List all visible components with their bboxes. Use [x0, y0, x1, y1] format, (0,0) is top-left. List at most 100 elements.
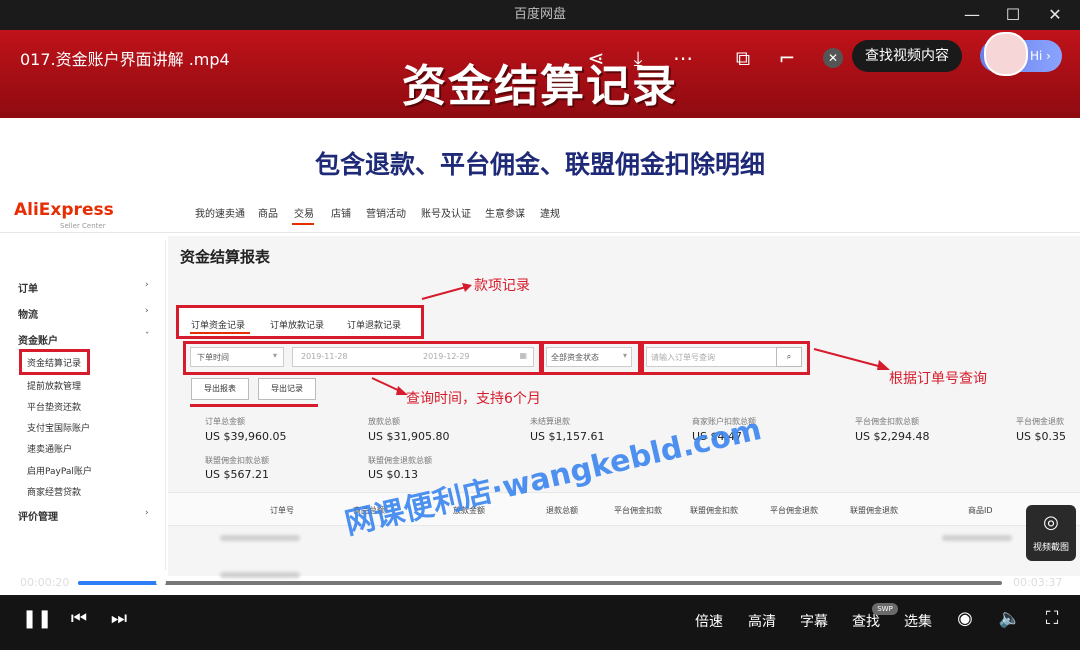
minimize-button[interactable]: —: [962, 5, 982, 25]
order-number-placeholder: 请输入订单号查询: [651, 353, 715, 362]
table-header: 联盟佣金扣款: [690, 506, 738, 515]
summary-label: 平台佣金退款: [1016, 417, 1064, 426]
aliexpress-logo-sub: Seller Center: [60, 222, 106, 230]
assistant-avatar-icon[interactable]: [984, 32, 1028, 76]
share-icon[interactable]: ⋖: [582, 44, 610, 72]
table-row-blurred: [220, 572, 300, 578]
chevron-down-icon: ▾: [622, 351, 627, 360]
sidebar-highlight-box: [19, 349, 90, 375]
export-report-button: 导出报表: [191, 378, 249, 400]
subtitle-button[interactable]: 字幕: [800, 611, 828, 631]
summary-label: 未结算退款: [530, 417, 570, 426]
close-panel-icon[interactable]: ✕: [823, 48, 843, 68]
aliexpress-logo: AliExpress: [14, 200, 114, 220]
chevron-icon: ›: [145, 508, 149, 518]
current-time: 00:00:20: [20, 576, 70, 589]
annotation-arrow-icon: [371, 377, 408, 395]
settings-icon[interactable]: ◉: [952, 608, 978, 629]
status-value: 全部资金状态: [551, 353, 599, 362]
header-divider: [0, 232, 1080, 233]
status-select: 全部资金状态 ▾: [546, 347, 632, 367]
more-icon[interactable]: ⋯: [669, 44, 697, 72]
date-end: 2019-12-29: [423, 352, 470, 361]
tab-order-refund: 订单退款记录: [347, 321, 402, 331]
progress-track[interactable]: [78, 581, 1002, 585]
screenshot-label[interactable]: 视频截图: [1026, 540, 1076, 553]
sidebar-item: 提前放款管理: [27, 382, 82, 392]
summary-value: US $0.35: [1016, 430, 1067, 443]
total-time: 00:03:37: [1013, 576, 1063, 589]
order-number-input: 请输入订单号查询: [646, 347, 778, 367]
summary-label: 订单总金额: [205, 417, 245, 426]
summary-label: 联盟佣金扣款总额: [205, 456, 269, 465]
tab-active-underline: [190, 332, 250, 334]
camera-icon[interactable]: ◎: [1026, 512, 1076, 533]
summary-label: 放款总额: [368, 417, 400, 426]
report-title: 资金结算报表: [180, 248, 271, 266]
find-video-content-button[interactable]: 查找视频内容: [852, 40, 962, 72]
summary-label: 平台佣金扣款总额: [855, 417, 919, 426]
sidebar-header: 评价管理: [18, 512, 58, 523]
sidebar-header: 资金账户: [18, 336, 58, 347]
summary-value: US $31,905.80: [368, 430, 450, 443]
download-icon[interactable]: ⤓: [624, 44, 652, 72]
chevron-icon: ›: [145, 280, 149, 290]
pause-icon[interactable]: ❚❚: [22, 608, 52, 629]
nav-item: 交易: [294, 209, 314, 220]
nav-item: 生意参谋: [485, 209, 525, 220]
sidebar-item: 启用PayPal账户: [27, 467, 92, 477]
fullscreen-icon[interactable]: ⛶: [1039, 608, 1065, 629]
next-icon[interactable]: ⏭: [106, 608, 132, 629]
sidebar-item: 平台垫资还款: [27, 403, 82, 413]
volume-icon[interactable]: 🔈: [997, 608, 1023, 629]
maximize-button[interactable]: ☐: [1003, 5, 1023, 25]
tab-order-funds: 订单资金记录: [191, 321, 246, 331]
sidebar-item: 支付宝国际账户: [27, 424, 91, 434]
export-records-button: 导出记录: [258, 378, 316, 400]
tab-order-payout: 订单放款记录: [270, 321, 325, 331]
date-range-input: 2019-11-28 2019-12-29 ▦: [292, 347, 534, 367]
picture-in-picture-icon[interactable]: ⧉: [729, 44, 757, 72]
previous-icon[interactable]: ⏮: [66, 608, 92, 629]
sidebar-item: 速卖通账户: [27, 445, 73, 455]
chevron-down-icon: ▾: [272, 351, 277, 360]
speed-button[interactable]: 倍速: [695, 611, 723, 631]
summary-value: US $39,960.05: [205, 430, 287, 443]
nav-item: 商品: [258, 209, 278, 220]
swp-badge: SWP: [872, 603, 898, 615]
sidebar-header: 物流: [18, 310, 38, 321]
annotation-arrow-icon: [421, 283, 472, 300]
table-header: 订单号: [270, 506, 294, 515]
time-type-value: 下单时间: [197, 353, 229, 362]
nav-item: 店铺: [331, 209, 351, 220]
table-row-blurred: [220, 535, 300, 541]
table-header: 退款总额: [546, 506, 578, 515]
table-header: 平台佣金扣款: [614, 506, 662, 515]
window-title: 百度网盘: [513, 7, 566, 22]
annotation-arrow-icon: [813, 348, 890, 370]
episodes-button[interactable]: 选集: [904, 611, 932, 631]
annotation-tabs: 款项记录: [474, 278, 530, 294]
assistant-hi-label[interactable]: Hi ›: [1030, 40, 1051, 72]
nav-active-underline: [292, 223, 314, 225]
close-window-button[interactable]: ✕: [1045, 5, 1065, 25]
table-row-blurred: [942, 535, 1012, 541]
summary-value: US $567.21: [205, 468, 270, 481]
slide-subtitle: 包含退款、平台佣金、联盟佣金扣除明细: [314, 150, 765, 179]
table-header: 商品ID: [968, 506, 993, 515]
nav-item: 账号及认证: [421, 209, 471, 220]
search-icon: ⌕: [776, 347, 802, 367]
quality-button[interactable]: 高清: [748, 611, 776, 631]
nav-item: 我的速卖通: [195, 209, 245, 220]
nav-item: 違规: [540, 209, 560, 220]
calendar-icon: ▦: [519, 351, 527, 360]
crop-icon[interactable]: ⌐: [773, 44, 801, 72]
summary-label: 联盟佣金退款总额: [368, 456, 432, 465]
time-type-select: 下单时间 ▾: [190, 347, 284, 367]
date-start: 2019-11-28: [301, 352, 348, 361]
annotation-time: 查询时间，支持6个月: [406, 391, 541, 407]
table-header: 联盟佣金退款: [850, 506, 898, 515]
nav-item: 营销活动: [366, 209, 406, 220]
sidebar-item: 商家经营贷款: [27, 488, 82, 498]
video-file-name: 017.资金账户界面讲解 .mp4: [20, 50, 230, 69]
